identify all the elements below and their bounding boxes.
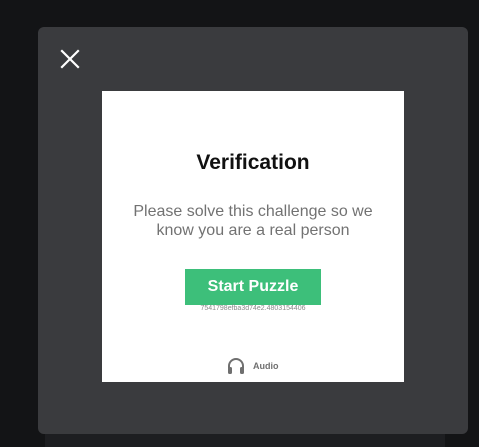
challenge-description: Please solve this challenge so we know y…	[133, 203, 373, 239]
start-puzzle-button[interactable]: Start Puzzle	[185, 269, 321, 305]
challenge-title: Verification	[196, 151, 310, 174]
audio-label: Audio	[253, 361, 279, 371]
headphones-icon	[226, 356, 246, 376]
close-button[interactable]	[58, 47, 82, 71]
challenge-card: Verification Please solve this challenge…	[102, 91, 404, 382]
verification-modal: Verification Please solve this challenge…	[38, 27, 468, 434]
session-id: 7541798efba3d74e2.4803154406	[200, 305, 306, 312]
audio-challenge-link[interactable]: Audio	[226, 356, 279, 376]
close-icon	[60, 49, 80, 69]
